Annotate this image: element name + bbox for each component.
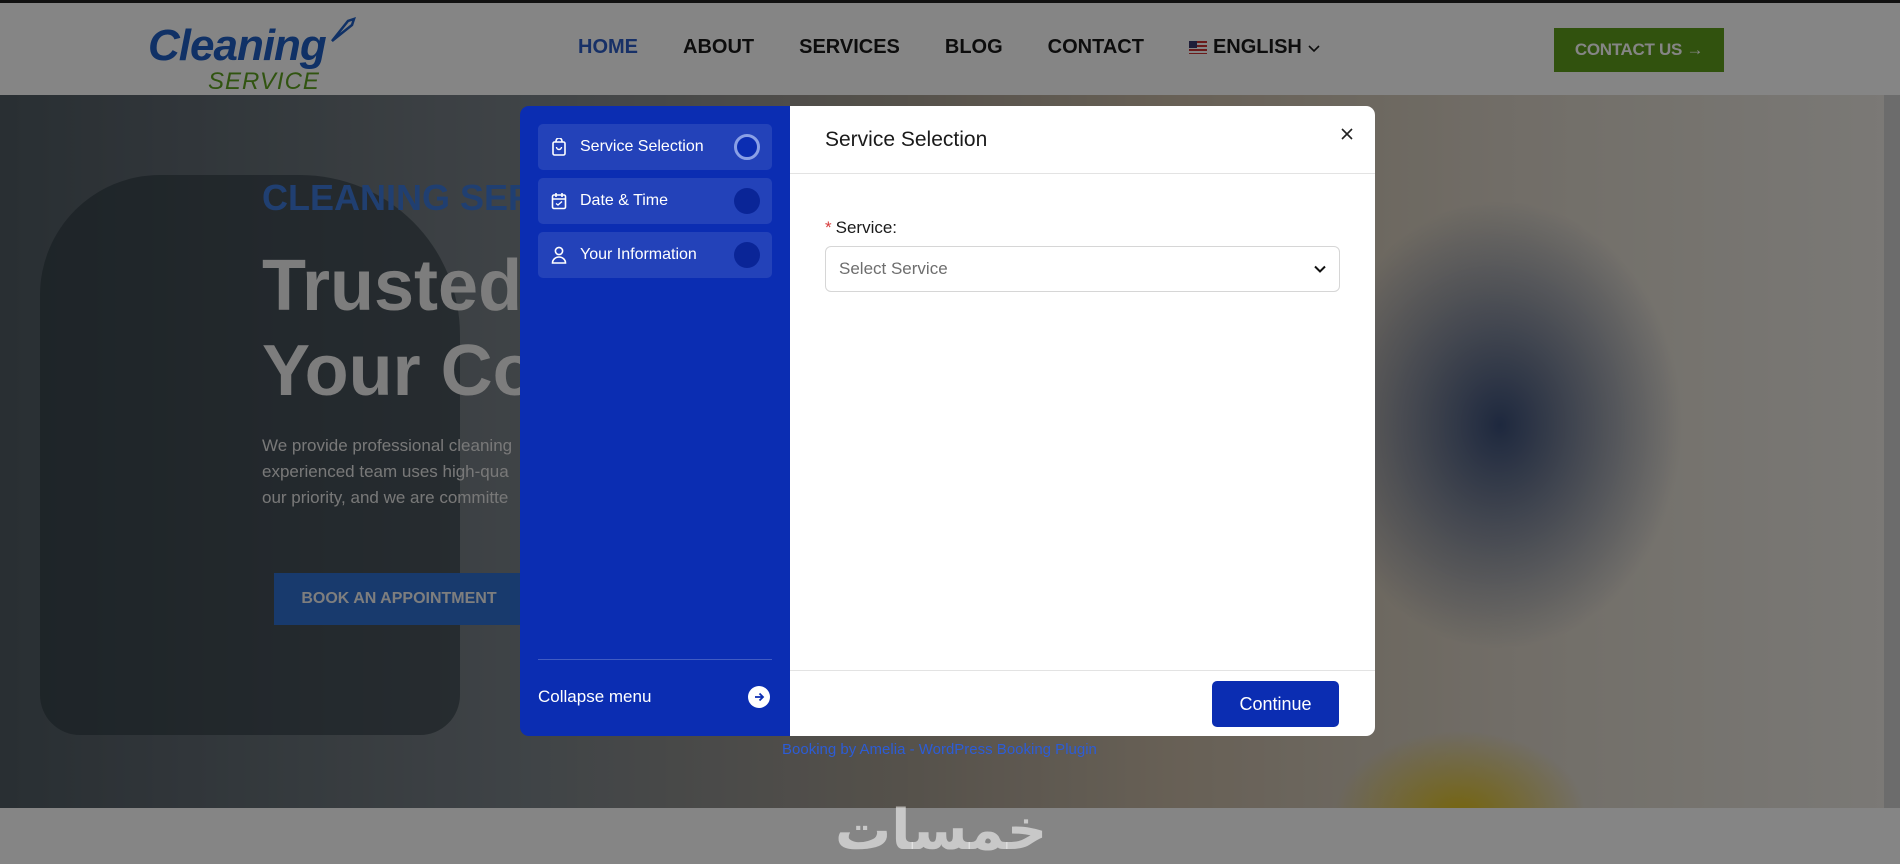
service-field: * Service: Select Service (825, 218, 1340, 292)
step-date-time[interactable]: Date & Time (538, 178, 772, 224)
user-icon (550, 246, 568, 264)
chevron-down-icon (1314, 265, 1326, 273)
modal-title: Service Selection (825, 127, 988, 151)
close-icon[interactable] (1337, 124, 1357, 144)
collapse-menu-button[interactable]: Collapse menu (538, 686, 770, 708)
modal-header: Service Selection (790, 106, 1375, 174)
booking-modal: Service Selection Date & Time Your Infor… (520, 106, 1375, 736)
step-status-indicator (734, 134, 760, 160)
watermark-logo: خمسات (835, 798, 1048, 863)
step-service-selection[interactable]: Service Selection (538, 124, 772, 170)
step-status-indicator (734, 242, 760, 268)
booking-content: Service Selection * Service: Select Servi… (790, 106, 1375, 736)
service-label-text: Service: (835, 218, 898, 237)
arrow-right-circle-icon (748, 686, 770, 708)
step-label: Service Selection (580, 138, 704, 155)
calendar-icon (550, 192, 568, 210)
step-label: Date & Time (580, 192, 669, 209)
modal-footer: Continue (790, 670, 1375, 736)
step-label: Your Information (580, 246, 697, 263)
sidebar-divider (538, 659, 772, 660)
step-your-information[interactable]: Your Information (538, 232, 772, 278)
service-select-placeholder: Select Service (839, 259, 948, 278)
service-field-label: * Service: (825, 218, 1340, 238)
step-status-indicator (734, 188, 760, 214)
collapse-menu-label: Collapse menu (538, 687, 652, 706)
powered-by-link[interactable]: Booking by Amelia - WordPress Booking Pl… (782, 741, 1097, 758)
shopping-bag-icon (550, 138, 568, 156)
required-asterisk: * (825, 218, 832, 237)
continue-button[interactable]: Continue (1212, 681, 1339, 727)
booking-steps-sidebar: Service Selection Date & Time Your Infor… (520, 106, 790, 736)
service-select[interactable]: Select Service (825, 246, 1340, 292)
